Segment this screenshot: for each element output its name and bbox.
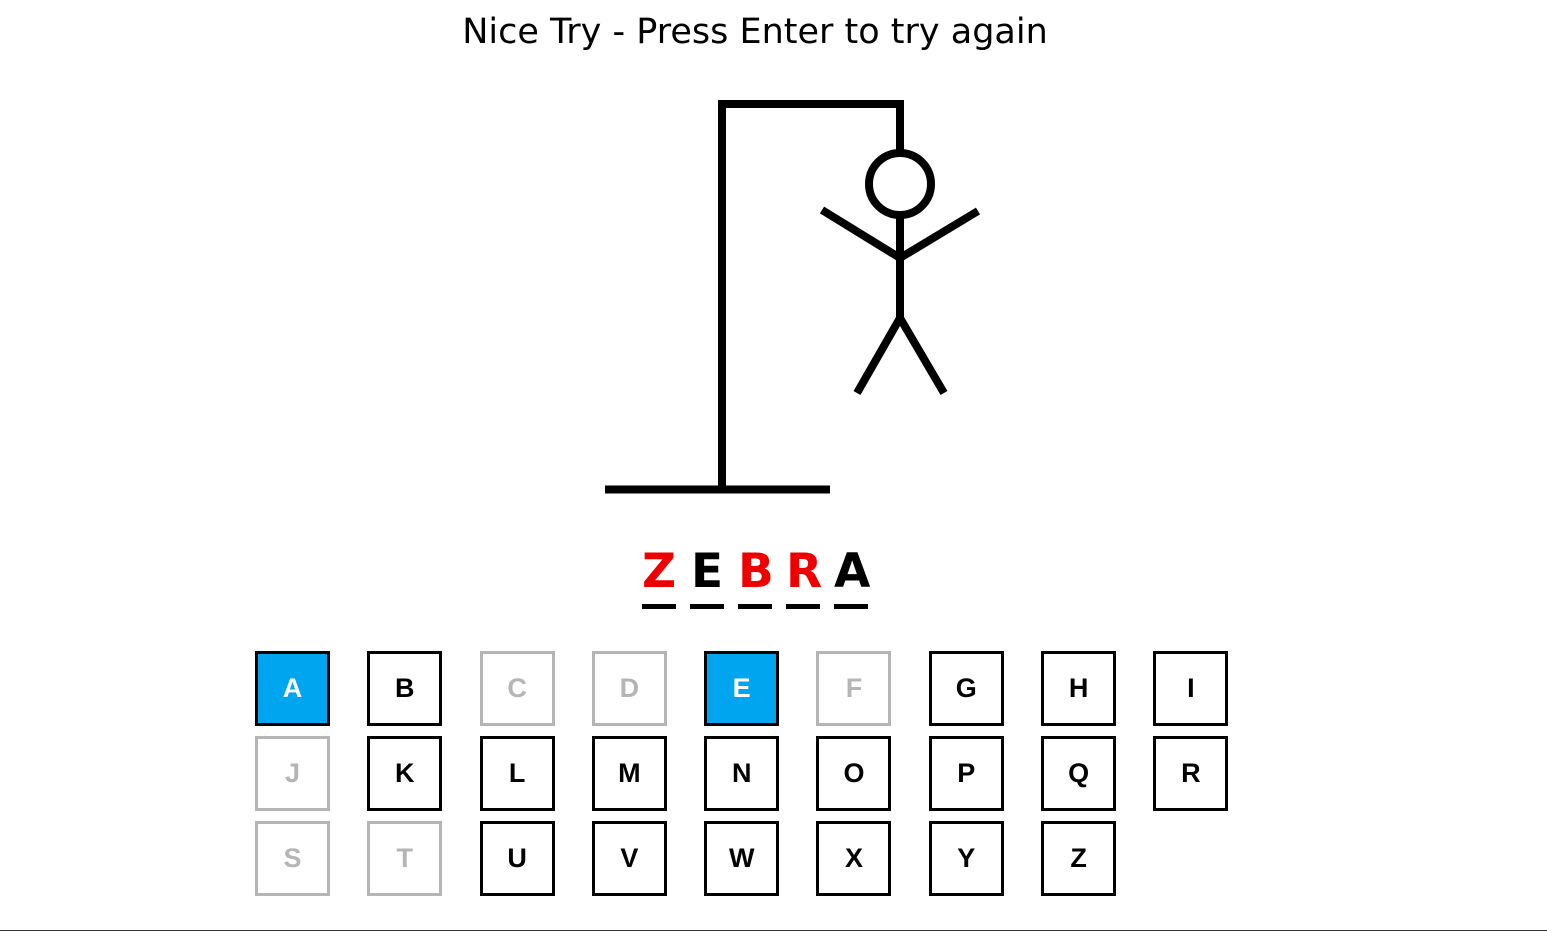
key-j[interactable]: J xyxy=(255,736,330,811)
bottom-divider xyxy=(0,930,1547,931)
key-d[interactable]: D xyxy=(591,651,667,726)
key-x[interactable]: X xyxy=(816,821,892,896)
key-a[interactable]: A xyxy=(255,651,330,726)
word-letter: R xyxy=(786,544,823,599)
key-s[interactable]: S xyxy=(255,821,330,896)
key-l[interactable]: L xyxy=(479,736,555,811)
hangman-drawing xyxy=(605,100,981,494)
word-letter: Z xyxy=(642,544,677,599)
key-o[interactable]: O xyxy=(816,736,892,811)
hangman-right-arm xyxy=(897,207,981,262)
key-q[interactable]: Q xyxy=(1041,736,1117,811)
word-letter-slot: B xyxy=(738,544,774,611)
letter-underline xyxy=(690,604,724,609)
key-n[interactable]: N xyxy=(704,736,780,811)
word-display: ZEBRA xyxy=(642,544,871,611)
word-letter: A xyxy=(834,544,871,599)
letter-underline xyxy=(834,604,868,609)
word-letter: E xyxy=(690,544,724,599)
key-p[interactable]: P xyxy=(928,736,1004,811)
key-h[interactable]: H xyxy=(1041,651,1117,726)
letter-underline xyxy=(786,604,820,609)
key-t[interactable]: T xyxy=(367,821,443,896)
key-m[interactable]: M xyxy=(591,736,667,811)
word-letter: B xyxy=(738,544,774,599)
key-i[interactable]: I xyxy=(1153,651,1229,726)
hangman-head xyxy=(865,149,935,219)
word-letter-slot: R xyxy=(786,544,823,611)
key-y[interactable]: Y xyxy=(928,821,1004,896)
key-c[interactable]: C xyxy=(479,651,555,726)
hangman-left-leg xyxy=(853,316,904,395)
key-k[interactable]: K xyxy=(367,736,443,811)
word-letter-slot: E xyxy=(690,545,724,611)
letter-underline xyxy=(738,604,772,609)
key-v[interactable]: V xyxy=(591,821,667,896)
key-g[interactable]: G xyxy=(928,651,1004,726)
letter-underline xyxy=(642,604,676,609)
key-r[interactable]: R xyxy=(1153,736,1229,811)
word-letter-slot: A xyxy=(834,544,871,611)
hangman-right-leg xyxy=(896,315,948,396)
key-z[interactable]: Z xyxy=(1041,821,1117,896)
word-letter-slot: Z xyxy=(642,545,676,611)
letter-keyboard: ABCDEFGHI JKLMNOPQR STUVWXYZ xyxy=(255,651,1229,896)
key-f[interactable]: F xyxy=(816,651,892,726)
hangman-left-arm xyxy=(819,206,903,262)
key-b[interactable]: B xyxy=(367,651,443,726)
key-w[interactable]: W xyxy=(704,821,780,896)
key-u[interactable]: U xyxy=(479,821,555,896)
key-e[interactable]: E xyxy=(704,651,780,726)
